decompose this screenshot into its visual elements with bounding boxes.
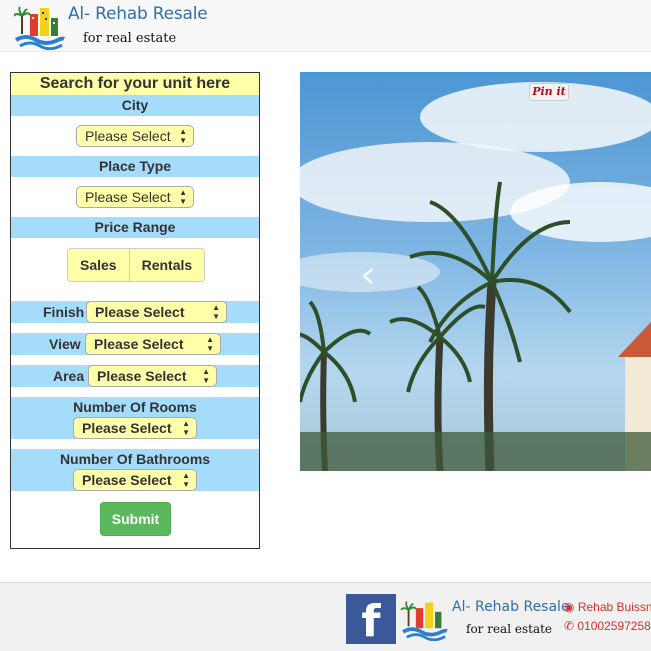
search-title: Search for your unit here [11, 73, 259, 95]
rentals-button[interactable]: Rentals [129, 248, 206, 282]
select-arrows-icon: ▲ ▼ [179, 188, 187, 206]
facebook-icon[interactable]: f [346, 594, 396, 647]
sales-button[interactable]: Sales [67, 248, 130, 282]
bathrooms-row: Number Of Bathrooms Please Select ▲ ▼ [11, 449, 259, 491]
footer-phone[interactable]: ✆ 01002597258 [564, 619, 651, 633]
area-select[interactable]: Please Select ▲ ▼ [88, 365, 217, 387]
area-row: Area Please Select ▲ ▼ [11, 365, 259, 387]
footer-logo-icon [400, 601, 448, 641]
pinterest-pin-button[interactable]: Pin it [529, 83, 569, 101]
bathrooms-select[interactable]: Please Select ▲ ▼ [73, 469, 197, 491]
footer-tagline: for real estate [466, 622, 553, 636]
finish-label: Finish [43, 304, 85, 320]
brand-name[interactable]: Al- Rehab Resale [68, 4, 208, 24]
view-label: View [49, 336, 81, 352]
image-carousel: Pin it ‹ [300, 72, 651, 471]
city-label: City [11, 95, 259, 116]
footer-brand-name: Al- Rehab Resale [452, 599, 570, 615]
price-range-label: Price Range [11, 217, 259, 238]
finish-row: Finish Please Select ▲ ▼ [11, 301, 259, 323]
price-range-toggle: Sales Rentals [67, 248, 206, 282]
rooms-select[interactable]: Please Select ▲ ▼ [73, 417, 197, 439]
brand-tagline: for real estate [83, 31, 177, 46]
site-footer: f Al- Rehab Resale for real estate ◉ Reh… [0, 582, 651, 651]
bathrooms-label: Number Of Bathrooms [59, 451, 211, 467]
select-arrows-icon: ▲ ▼ [206, 335, 214, 353]
footer-address: ◉ Rehab Buissn [564, 600, 651, 614]
select-arrows-icon: ▲ ▼ [182, 419, 190, 437]
phone-icon: ✆ [564, 619, 575, 633]
view-select[interactable]: Please Select ▲ ▼ [85, 333, 221, 355]
place-type-label: Place Type [11, 156, 259, 177]
select-arrows-icon: ▲ ▼ [202, 367, 210, 385]
place-type-select[interactable]: Please Select ▲ ▼ [76, 186, 194, 208]
submit-button[interactable]: Submit [100, 502, 171, 536]
map-marker-icon: ◉ [564, 600, 575, 614]
city-select[interactable]: Please Select ▲ ▼ [76, 125, 194, 147]
select-arrows-icon: ▲ ▼ [212, 303, 220, 321]
select-arrows-icon: ▲ ▼ [182, 471, 190, 489]
chevron-left-icon[interactable]: ‹ [360, 252, 376, 298]
select-arrows-icon: ▲ ▼ [179, 127, 187, 145]
area-label: Area [53, 368, 85, 384]
view-row: View Please Select ▲ ▼ [11, 333, 259, 355]
palm-trees-image [300, 82, 651, 471]
rooms-row: Number Of Rooms Please Select ▲ ▼ [11, 397, 259, 439]
search-panel: Search for your unit here City Please Se… [10, 72, 260, 549]
logo-icon[interactable] [14, 4, 66, 50]
rooms-label: Number Of Rooms [73, 399, 197, 415]
finish-select[interactable]: Please Select ▲ ▼ [86, 301, 227, 323]
site-header: Al- Rehab Resale for real estate [0, 0, 651, 52]
